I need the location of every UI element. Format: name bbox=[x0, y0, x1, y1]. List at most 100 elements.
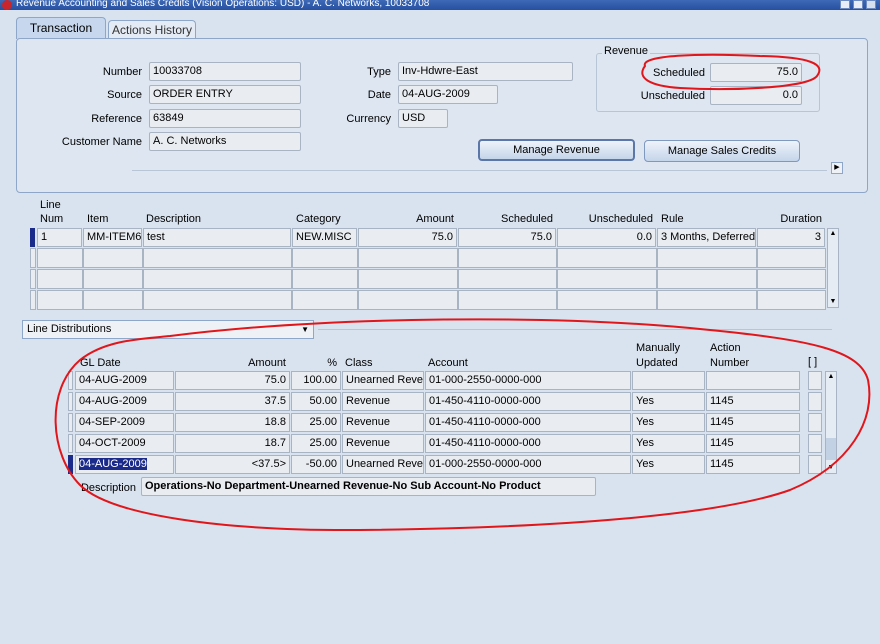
class-cell[interactable]: Revenue bbox=[342, 413, 424, 432]
manually-updated-cell[interactable]: Yes bbox=[632, 455, 705, 474]
col-header-unscheduled: Unscheduled bbox=[588, 213, 653, 225]
action-number-cell[interactable]: 1145 bbox=[706, 434, 800, 453]
action-number-cell[interactable]: 1145 bbox=[706, 455, 800, 474]
unscheduled-cell[interactable]: 0.0 bbox=[557, 228, 656, 247]
unscheduled-field[interactable]: 0.0 bbox=[710, 86, 802, 105]
minimize-icon[interactable] bbox=[840, 0, 850, 9]
manage-sales-credits-button[interactable]: Manage Sales Credits bbox=[644, 140, 800, 162]
folder-cell[interactable] bbox=[808, 434, 822, 453]
folder-cell[interactable] bbox=[808, 413, 822, 432]
dist-amount-cell[interactable]: 18.7 bbox=[175, 434, 290, 453]
close-icon[interactable] bbox=[866, 0, 876, 9]
description-label: Description bbox=[80, 482, 136, 494]
window-title-bar: Revenue Accounting and Sales Credits (Vi… bbox=[0, 0, 880, 10]
tab-actions-history[interactable]: Actions History bbox=[108, 20, 196, 39]
account-cell[interactable]: 01-450-4110-0000-000 bbox=[425, 434, 631, 453]
duration-cell[interactable]: 3 bbox=[757, 228, 825, 247]
chevron-down-icon[interactable]: ▼ bbox=[301, 323, 309, 336]
scroll-thumb[interactable] bbox=[826, 438, 836, 460]
manually-updated-cell[interactable] bbox=[632, 371, 705, 390]
gl-date-cell[interactable]: 04-AUG-2009 bbox=[75, 371, 174, 390]
lines-empty-rows[interactable] bbox=[30, 248, 827, 310]
gl-date-cell[interactable]: 04-AUG-2009 bbox=[75, 392, 174, 411]
action-number-cell[interactable]: 1145 bbox=[706, 392, 800, 411]
customer-name-field[interactable]: A. C. Networks bbox=[149, 132, 301, 151]
line-distributions-select[interactable]: Line Distributions ▼ bbox=[22, 320, 314, 339]
amount-cell[interactable]: 75.0 bbox=[358, 228, 457, 247]
scroll-down-icon[interactable]: ▼ bbox=[828, 297, 838, 307]
manually-updated-cell[interactable]: Yes bbox=[632, 413, 705, 432]
action-number-cell[interactable]: 1145 bbox=[706, 413, 800, 432]
account-description-field[interactable]: Operations-No Department-Unearned Revenu… bbox=[141, 477, 596, 496]
percent-cell[interactable]: 100.00 bbox=[291, 371, 341, 390]
row-indicator[interactable] bbox=[30, 228, 35, 247]
col-header-updated: Updated bbox=[636, 357, 678, 369]
account-cell[interactable]: 01-000-2550-0000-000 bbox=[425, 455, 631, 474]
date-field[interactable]: 04-AUG-2009 bbox=[398, 85, 498, 104]
customer-name-label: Customer Name bbox=[61, 136, 142, 148]
percent-cell[interactable]: -50.00 bbox=[291, 455, 341, 474]
dist-row-indicator[interactable] bbox=[68, 413, 73, 432]
revenue-group-title: Revenue bbox=[602, 45, 651, 57]
header-divider bbox=[132, 170, 827, 171]
col-header-gl-date: GL Date bbox=[80, 357, 121, 369]
percent-cell[interactable]: 25.00 bbox=[291, 413, 341, 432]
scroll-right-icon[interactable]: ▶ bbox=[831, 162, 843, 174]
description-cell[interactable]: test bbox=[143, 228, 291, 247]
dist-amount-cell[interactable]: 18.8 bbox=[175, 413, 290, 432]
tab-transaction[interactable]: Transaction bbox=[16, 17, 106, 39]
class-cell[interactable]: Revenue bbox=[342, 434, 424, 453]
category-cell[interactable]: NEW.MISC bbox=[292, 228, 357, 247]
manually-updated-cell[interactable]: Yes bbox=[632, 392, 705, 411]
manually-updated-cell[interactable]: Yes bbox=[632, 434, 705, 453]
folder-cell[interactable] bbox=[808, 455, 822, 474]
dist-row-indicator[interactable] bbox=[68, 392, 73, 411]
distributions-divider bbox=[318, 329, 832, 330]
percent-cell[interactable]: 50.00 bbox=[291, 392, 341, 411]
line-num-cell[interactable]: 1 bbox=[37, 228, 82, 247]
account-cell[interactable]: 01-450-4110-0000-000 bbox=[425, 413, 631, 432]
number-field[interactable]: 10033708 bbox=[149, 62, 301, 81]
reference-label: Reference bbox=[91, 113, 142, 125]
dist-amount-cell[interactable]: <37.5> bbox=[175, 455, 290, 474]
col-header-category: Category bbox=[296, 213, 341, 225]
dist-row-indicator[interactable] bbox=[68, 371, 73, 390]
dist-amount-cell[interactable]: 75.0 bbox=[175, 371, 290, 390]
scheduled-cell[interactable]: 75.0 bbox=[458, 228, 556, 247]
dist-vertical-scrollbar[interactable]: ▲ ▼ bbox=[825, 371, 837, 474]
class-cell[interactable]: Revenue bbox=[342, 392, 424, 411]
reference-field[interactable]: 63849 bbox=[149, 109, 301, 128]
account-cell[interactable]: 01-450-4110-0000-000 bbox=[425, 392, 631, 411]
percent-cell[interactable]: 25.00 bbox=[291, 434, 341, 453]
scroll-down-icon[interactable]: ▼ bbox=[826, 463, 836, 473]
type-field[interactable]: Inv-Hdwre-East bbox=[398, 62, 573, 81]
account-cell[interactable]: 01-000-2550-0000-000 bbox=[425, 371, 631, 390]
scheduled-label: Scheduled bbox=[653, 67, 705, 79]
col-header-line-1: Line bbox=[40, 199, 61, 211]
item-cell[interactable]: MM-ITEM6 bbox=[83, 228, 142, 247]
lines-vertical-scrollbar[interactable]: ▲ ▼ bbox=[827, 228, 839, 308]
dist-row-indicator-current[interactable] bbox=[68, 455, 73, 474]
scroll-up-icon[interactable]: ▲ bbox=[826, 372, 836, 382]
scheduled-field[interactable]: 75.0 bbox=[710, 63, 802, 82]
rule-cell[interactable]: 3 Months, Deferred bbox=[657, 228, 756, 247]
gl-date-cell-selected[interactable]: 04-AUG-2009 bbox=[75, 455, 174, 474]
action-number-cell[interactable] bbox=[706, 371, 800, 390]
folder-button[interactable]: [ ] bbox=[808, 356, 817, 368]
folder-cell[interactable] bbox=[808, 392, 822, 411]
class-cell[interactable]: Unearned Rever bbox=[342, 455, 424, 474]
currency-field[interactable]: USD bbox=[398, 109, 448, 128]
gl-date-cell[interactable]: 04-OCT-2009 bbox=[75, 434, 174, 453]
maximize-icon[interactable] bbox=[853, 0, 863, 9]
gl-date-cell[interactable]: 04-SEP-2009 bbox=[75, 413, 174, 432]
col-header-description: Description bbox=[146, 213, 202, 225]
number-label: Number bbox=[102, 66, 142, 78]
dist-row-indicator[interactable] bbox=[68, 434, 73, 453]
manage-revenue-button[interactable]: Manage Revenue bbox=[478, 139, 635, 161]
class-cell[interactable]: Unearned Rever bbox=[342, 371, 424, 390]
dist-amount-cell[interactable]: 37.5 bbox=[175, 392, 290, 411]
col-header-account: Account bbox=[428, 357, 468, 369]
folder-cell[interactable] bbox=[808, 371, 822, 390]
scroll-up-icon[interactable]: ▲ bbox=[828, 229, 838, 239]
source-field[interactable]: ORDER ENTRY bbox=[149, 85, 301, 104]
